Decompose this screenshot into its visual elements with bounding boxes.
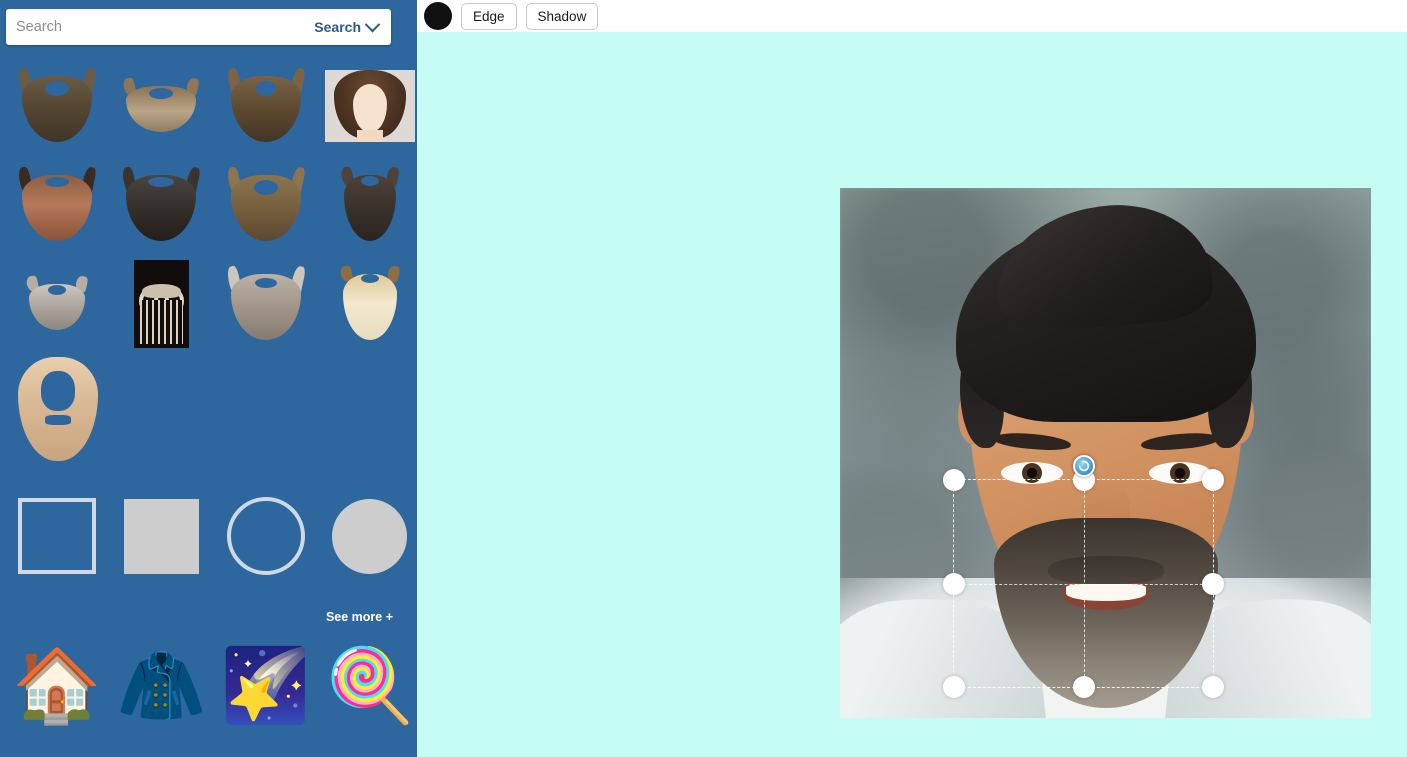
resize-handle-middle-right[interactable] xyxy=(1202,572,1224,595)
sticker-row xyxy=(0,254,417,353)
photo-moustache xyxy=(1047,556,1164,584)
emoji-row: 🏠 🧥 🌠 🍭 xyxy=(0,636,417,736)
photo-eye-left xyxy=(1000,462,1063,484)
beard-icon xyxy=(25,274,89,332)
square-filled-icon xyxy=(123,498,199,574)
photo-mouth xyxy=(1062,580,1149,610)
snowy-house-emoji[interactable]: 🏠 xyxy=(10,636,104,736)
portrait-photo-man-with-beard[interactable] xyxy=(840,188,1371,718)
sticker-beard-medium-brown[interactable] xyxy=(219,155,313,254)
search-button-label: Search xyxy=(314,19,361,35)
wig-photo-icon xyxy=(324,69,415,142)
beard-icon xyxy=(122,76,201,134)
shooting-star-emoji[interactable]: 🌠 xyxy=(219,636,313,736)
beard-icon xyxy=(225,165,306,243)
beard-icon xyxy=(17,66,98,144)
sticker-grid xyxy=(0,56,417,465)
resize-handle-top-right[interactable] xyxy=(1202,469,1224,491)
resize-handle-bottom-right[interactable] xyxy=(1202,676,1224,698)
sticker-beard-grey-viking[interactable] xyxy=(219,254,313,353)
see-more-link[interactable]: See more + xyxy=(326,610,393,624)
search-input[interactable] xyxy=(6,10,309,44)
resize-handle-bottom-center[interactable] xyxy=(1072,676,1095,698)
circle-outline-icon xyxy=(226,497,305,575)
beard-icon xyxy=(15,355,101,463)
beard-icon xyxy=(339,165,400,243)
sticker-row xyxy=(0,56,417,155)
sticker-beard-ginger-textured[interactable] xyxy=(10,155,104,254)
lollipop-emoji[interactable]: 🍭 xyxy=(323,636,417,736)
search-button[interactable]: Search xyxy=(308,10,391,44)
color-swatch-button[interactable] xyxy=(424,2,452,30)
sticker-beard-full-dark-brown[interactable] xyxy=(10,56,104,155)
resize-handle-bottom-left[interactable] xyxy=(943,676,965,698)
beard-icon xyxy=(225,66,306,144)
resize-handle-top-left[interactable] xyxy=(943,469,965,491)
sticker-beard-short-light[interactable] xyxy=(114,56,208,155)
ornate-moustache-icon xyxy=(133,259,189,348)
square-outline-shape[interactable] xyxy=(10,490,104,582)
sticker-row xyxy=(0,155,417,254)
square-outline-icon xyxy=(18,498,97,574)
shapes-row xyxy=(0,490,417,582)
sticker-library-sidebar: Search Search See more + 🏠 🧥 🌠 🍭 xyxy=(0,0,417,757)
circle-filled-icon xyxy=(332,498,408,574)
sticker-long-hair-wig-photo[interactable] xyxy=(323,56,417,155)
sticker-beard-black-dense[interactable] xyxy=(114,155,208,254)
sticker-moustache-ornate-dark[interactable] xyxy=(114,254,208,353)
edge-button[interactable]: Edge xyxy=(461,2,517,30)
circle-outline-shape[interactable] xyxy=(219,490,313,582)
sticker-beard-curly-brown[interactable] xyxy=(219,56,313,155)
search-bar: Search xyxy=(6,9,391,45)
shadow-button[interactable]: Shadow xyxy=(525,2,599,30)
square-filled-shape[interactable] xyxy=(114,490,208,582)
rotate-icon[interactable] xyxy=(1072,455,1095,477)
beard-icon xyxy=(339,264,401,342)
editor-canvas[interactable] xyxy=(417,32,1407,757)
editor-toolbar: Edge Shadow xyxy=(417,0,1407,32)
resize-handle-middle-left[interactable] xyxy=(943,572,965,595)
app-root: Search Search See more + 🏠 🧥 🌠 🍭 Edge Sh… xyxy=(0,0,1407,757)
circle-filled-shape[interactable] xyxy=(323,490,417,582)
sticker-beard-dark-narrow[interactable] xyxy=(323,155,417,254)
sticker-row xyxy=(0,353,417,465)
red-coat-emoji[interactable]: 🧥 xyxy=(114,636,208,736)
sticker-beard-blonde-white[interactable] xyxy=(323,254,417,353)
beard-icon xyxy=(17,165,98,243)
sticker-beard-grey-short[interactable] xyxy=(10,254,104,353)
beard-icon xyxy=(121,165,202,243)
beard-icon xyxy=(225,264,306,342)
chevron-down-icon xyxy=(364,16,381,32)
sticker-beard-long-curly-blonde[interactable] xyxy=(10,353,105,465)
